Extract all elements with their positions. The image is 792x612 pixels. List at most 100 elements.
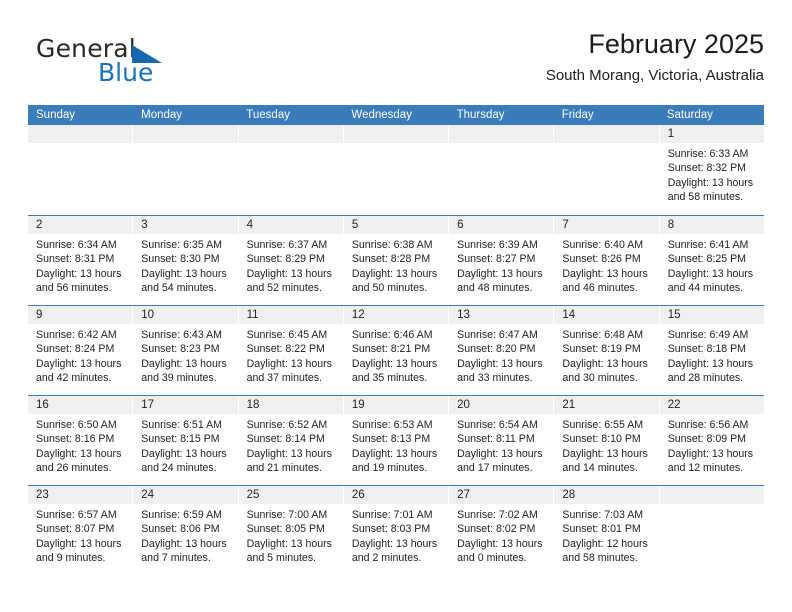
day-number: 11 bbox=[238, 306, 343, 324]
calendar-day-cell[interactable]: 2 Sunrise: 6:34 AM Sunset: 8:31 PM Daylight… bbox=[28, 216, 134, 305]
day-details: Sunrise: 6:48 AM Sunset: 8:19 PM Daylight:… bbox=[554, 324, 658, 386]
day-number: 8 bbox=[659, 216, 764, 234]
day-details: Sunrise: 7:03 AM Sunset: 8:01 PM Daylight:… bbox=[554, 504, 658, 566]
sunset-text: Sunset: 8:32 PM bbox=[667, 162, 747, 175]
daylight-text-line2: and 24 minutes. bbox=[141, 462, 217, 475]
sunset-text: Sunset: 8:10 PM bbox=[562, 433, 641, 446]
calendar-day-cell[interactable]: 14 Sunrise: 6:48 AM Sunset: 8:19 PM Dayligh… bbox=[554, 306, 660, 395]
daylight-text-line2: and 35 minutes. bbox=[351, 372, 428, 385]
sunset-text: Sunset: 8:28 PM bbox=[351, 253, 431, 266]
day-details: Sunrise: 6:46 AM Sunset: 8:21 PM Daylight:… bbox=[344, 324, 448, 386]
daylight-text-line2: and 58 minutes. bbox=[667, 191, 744, 204]
page-subtitle: South Morang, Victoria, Australia bbox=[545, 67, 764, 84]
daylight-text-line1: Daylight: 13 hours bbox=[457, 357, 543, 370]
day-number: 21 bbox=[554, 396, 659, 414]
calendar-day-cell[interactable]: 1 Sunrise: 6:33 AM Sunset: 8:32 PM Daylight… bbox=[659, 125, 764, 215]
daylight-text-line2: and 44 minutes. bbox=[667, 282, 744, 295]
daylight-text-line1: Daylight: 13 hours bbox=[246, 357, 332, 370]
day-number bbox=[554, 125, 659, 143]
daylight-text-line1: Daylight: 13 hours bbox=[457, 267, 543, 280]
daylight-text-line1: Daylight: 13 hours bbox=[246, 267, 332, 280]
calendar-day-cell[interactable]: 23 Sunrise: 6:57 AM Sunset: 8:07 PM Dayligh… bbox=[28, 486, 134, 575]
brand-logo[interactable]: General Blue bbox=[36, 34, 246, 92]
day-details: Sunrise: 6:47 AM Sunset: 8:20 PM Daylight:… bbox=[449, 324, 553, 386]
day-number: 16 bbox=[28, 396, 133, 414]
calendar-day-cell[interactable]: 27 Sunrise: 7:02 AM Sunset: 8:02 PM Dayligh… bbox=[449, 486, 555, 575]
daylight-text-line2: and 7 minutes. bbox=[141, 552, 211, 565]
calendar-day-cell[interactable]: 7 Sunrise: 6:40 AM Sunset: 8:26 PM Daylight… bbox=[554, 216, 660, 305]
calendar-day-cell[interactable]: 5 Sunrise: 6:38 AM Sunset: 8:28 PM Daylight… bbox=[343, 216, 450, 305]
day-number: 23 bbox=[28, 486, 133, 504]
daylight-text-line2: and 56 minutes. bbox=[36, 282, 112, 295]
calendar-day-cell[interactable]: 6 Sunrise: 6:39 AM Sunset: 8:27 PM Daylight… bbox=[449, 216, 555, 305]
sunset-text: Sunset: 8:23 PM bbox=[141, 343, 220, 356]
daylight-text-line2: and 19 minutes. bbox=[351, 462, 428, 475]
calendar-day-cell[interactable]: 8 Sunrise: 6:41 AM Sunset: 8:25 PM Daylight… bbox=[659, 216, 764, 305]
sunrise-text: Sunrise: 6:45 AM bbox=[246, 329, 328, 341]
sunset-text: Sunset: 8:02 PM bbox=[457, 523, 536, 536]
sunrise-text: Sunrise: 6:48 AM bbox=[562, 329, 644, 341]
day-details: Sunrise: 6:33 AM Sunset: 8:32 PM Daylight:… bbox=[660, 143, 764, 205]
calendar-day-cell[interactable]: 24 Sunrise: 6:59 AM Sunset: 8:06 PM Dayligh… bbox=[133, 486, 239, 575]
sunrise-text: Sunrise: 6:54 AM bbox=[457, 419, 538, 431]
calendar-week-row: 1 Sunrise: 6:33 AM Sunset: 8:32 PM Daylight… bbox=[28, 125, 764, 215]
sunrise-text: Sunrise: 6:49 AM bbox=[667, 329, 749, 341]
day-details: Sunrise: 7:01 AM Sunset: 8:03 PM Daylight:… bbox=[344, 504, 448, 566]
day-number: 22 bbox=[659, 396, 764, 414]
daylight-text-line2: and 52 minutes. bbox=[246, 282, 322, 295]
calendar-day-cell[interactable]: 21 Sunrise: 6:55 AM Sunset: 8:10 PM Dayligh… bbox=[554, 396, 660, 485]
daylight-text-line1: Daylight: 13 hours bbox=[667, 267, 754, 280]
day-details: Sunrise: 6:34 AM Sunset: 8:31 PM Daylight:… bbox=[28, 234, 132, 296]
calendar-day-cell[interactable]: 16 Sunrise: 6:50 AM Sunset: 8:16 PM Dayligh… bbox=[28, 396, 134, 485]
day-details: Sunrise: 6:49 AM Sunset: 8:18 PM Daylight:… bbox=[660, 324, 764, 386]
calendar-day-cell[interactable]: 9 Sunrise: 6:42 AM Sunset: 8:24 PM Daylight… bbox=[28, 306, 134, 395]
calendar-day-cell[interactable]: 12 Sunrise: 6:46 AM Sunset: 8:21 PM Dayligh… bbox=[343, 306, 450, 395]
calendar-day-cell[interactable]: 25 Sunrise: 7:00 AM Sunset: 8:05 PM Dayligh… bbox=[238, 486, 344, 575]
calendar-day-cell[interactable]: 20 Sunrise: 6:54 AM Sunset: 8:11 PM Dayligh… bbox=[449, 396, 555, 485]
sunrise-text: Sunrise: 6:53 AM bbox=[351, 419, 433, 431]
calendar-day-cell[interactable]: 19 Sunrise: 6:53 AM Sunset: 8:13 PM Dayligh… bbox=[343, 396, 450, 485]
sunrise-text: Sunrise: 7:01 AM bbox=[351, 509, 433, 521]
calendar-day-cell[interactable]: 28 Sunrise: 7:03 AM Sunset: 8:01 PM Dayligh… bbox=[554, 486, 660, 575]
day-number bbox=[659, 486, 764, 504]
calendar-day-cell[interactable]: 10 Sunrise: 6:43 AM Sunset: 8:23 PM Dayligh… bbox=[133, 306, 239, 395]
day-details: Sunrise: 6:43 AM Sunset: 8:23 PM Daylight:… bbox=[133, 324, 237, 386]
sunset-text: Sunset: 8:15 PM bbox=[141, 433, 220, 446]
calendar-day-cell[interactable]: 18 Sunrise: 6:52 AM Sunset: 8:14 PM Dayligh… bbox=[238, 396, 344, 485]
day-details: Sunrise: 6:51 AM Sunset: 8:15 PM Daylight:… bbox=[133, 414, 237, 476]
sunset-text: Sunset: 8:06 PM bbox=[141, 523, 220, 536]
calendar-day-cell[interactable]: 4 Sunrise: 6:37 AM Sunset: 8:29 PM Daylight… bbox=[238, 216, 344, 305]
calendar-day-cell[interactable]: 26 Sunrise: 7:01 AM Sunset: 8:03 PM Dayligh… bbox=[343, 486, 450, 575]
sunset-text: Sunset: 8:11 PM bbox=[457, 433, 535, 446]
daylight-text-line2: and 50 minutes. bbox=[351, 282, 428, 295]
daylight-text-line2: and 12 minutes. bbox=[667, 462, 744, 475]
daylight-text-line2: and 48 minutes. bbox=[457, 282, 533, 295]
calendar-day-cell[interactable]: 17 Sunrise: 6:51 AM Sunset: 8:15 PM Dayligh… bbox=[133, 396, 239, 485]
daylight-text-line2: and 30 minutes. bbox=[562, 372, 638, 385]
calendar-day-cell[interactable]: 3 Sunrise: 6:35 AM Sunset: 8:30 PM Daylight… bbox=[133, 216, 239, 305]
daylight-text-line2: and 28 minutes. bbox=[667, 372, 744, 385]
sunset-text: Sunset: 8:16 PM bbox=[36, 433, 115, 446]
day-number: 1 bbox=[659, 125, 764, 143]
calendar-day-cell[interactable]: 22 Sunrise: 6:56 AM Sunset: 8:09 PM Dayligh… bbox=[659, 396, 764, 485]
daylight-text-line2: and 9 minutes. bbox=[36, 552, 106, 565]
daylight-text-line2: and 17 minutes. bbox=[457, 462, 533, 475]
day-details: Sunrise: 6:50 AM Sunset: 8:16 PM Daylight:… bbox=[28, 414, 132, 476]
sunrise-text: Sunrise: 6:59 AM bbox=[141, 509, 222, 521]
calendar-day-cell[interactable]: 15 Sunrise: 6:49 AM Sunset: 8:18 PM Dayligh… bbox=[659, 306, 764, 395]
calendar-day-cell[interactable]: 11 Sunrise: 6:45 AM Sunset: 8:22 PM Dayligh… bbox=[238, 306, 344, 395]
sunrise-text: Sunrise: 7:02 AM bbox=[457, 509, 538, 521]
weekday-header-row: Sunday Monday Tuesday Wednesday Thursday Frid… bbox=[28, 105, 764, 125]
daylight-text-line2: and 39 minutes. bbox=[141, 372, 217, 385]
calendar-week-row: 23 Sunrise: 6:57 AM Sunset: 8:07 PM Dayligh… bbox=[28, 485, 764, 575]
calendar-cell-empty bbox=[659, 486, 764, 575]
day-details: Sunrise: 6:59 AM Sunset: 8:06 PM Daylight:… bbox=[133, 504, 237, 566]
day-number: 7 bbox=[554, 216, 659, 234]
day-number: 14 bbox=[554, 306, 659, 324]
day-number: 5 bbox=[343, 216, 449, 234]
daylight-text-line2: and 33 minutes. bbox=[457, 372, 533, 385]
daylight-text-line1: Daylight: 13 hours bbox=[351, 357, 438, 370]
calendar-day-cell[interactable]: 13 Sunrise: 6:47 AM Sunset: 8:20 PM Dayligh… bbox=[449, 306, 555, 395]
sunset-text: Sunset: 8:09 PM bbox=[667, 433, 747, 446]
day-details: Sunrise: 6:52 AM Sunset: 8:14 PM Daylight:… bbox=[239, 414, 343, 476]
